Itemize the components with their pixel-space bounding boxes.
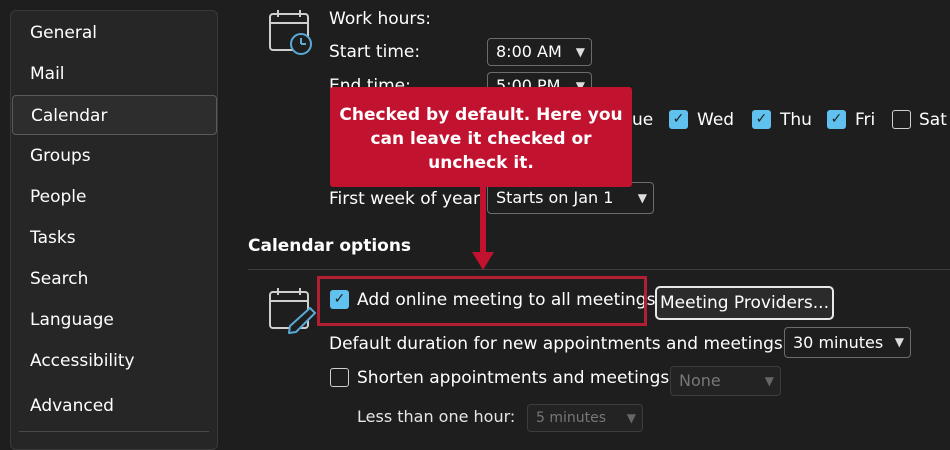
work-day-partial-label: ue [632, 110, 654, 130]
sidebar-item-calendar[interactable]: Calendar [12, 95, 217, 135]
sidebar-item-people[interactable]: People [12, 177, 217, 217]
shorten-meetings-select[interactable]: None ▼ [670, 366, 781, 396]
calendar-clock-icon [266, 8, 316, 60]
less-than-hour-select[interactable]: 5 minutes ▼ [527, 404, 643, 432]
first-week-value: Starts on Jan 1 [496, 188, 614, 207]
shorten-meetings-value: None [679, 371, 721, 390]
calendar-pencil-icon [266, 286, 318, 338]
work-day-sat-checkbox[interactable] [892, 110, 911, 129]
start-time-select[interactable]: 8:00 AM ▼ [487, 38, 592, 66]
less-than-hour-label: Less than one hour: [357, 407, 516, 426]
sidebar-divider [19, 431, 209, 432]
work-hours-title: Work hours: [329, 9, 431, 29]
sidebar-item-mail[interactable]: Mail [12, 54, 217, 94]
start-time-value: 8:00 AM [496, 42, 562, 61]
checkmark-icon: ✓ [830, 111, 843, 127]
chevron-down-icon: ▼ [575, 45, 585, 59]
sidebar-item-tasks[interactable]: Tasks [12, 218, 217, 258]
less-than-hour-value: 5 minutes [536, 410, 607, 426]
sidebar-item-groups[interactable]: Groups [12, 136, 217, 176]
sidebar-item-advanced[interactable]: Advanced [12, 386, 217, 426]
work-day-fri-checkbox[interactable]: ✓ [827, 110, 846, 129]
highlight-box [317, 276, 647, 326]
work-day-sat-label: Sat [919, 110, 947, 130]
default-duration-label: Default duration for new appointments an… [329, 334, 789, 354]
default-duration-value: 30 minutes [793, 333, 884, 352]
checkmark-icon: ✓ [672, 111, 685, 127]
work-day-thu-checkbox[interactable]: ✓ [752, 110, 771, 129]
chevron-down-icon: ▼ [626, 411, 636, 425]
sidebar-item-general[interactable]: General [12, 13, 217, 53]
work-day-wed-checkbox[interactable]: ✓ [669, 110, 688, 129]
annotation-callout: Checked by default. Here you can leave i… [330, 87, 632, 187]
default-duration-select[interactable]: 30 minutes ▼ [784, 327, 911, 358]
sidebar-item-search[interactable]: Search [12, 259, 217, 299]
annotation-arrow-head [472, 252, 494, 270]
meeting-providers-button[interactable]: Meeting Providers... [655, 286, 834, 320]
sidebar-item-language[interactable]: Language [12, 300, 217, 340]
shorten-meetings-label: Shorten appointments and meetings: [357, 368, 675, 388]
chevron-down-icon: ▼ [764, 374, 774, 388]
work-day-wed-label: Wed [697, 110, 735, 130]
settings-sidebar: General Mail Calendar Groups People Task… [10, 10, 218, 450]
annotation-arrow-stem [480, 187, 486, 254]
calendar-options-heading: Calendar options [248, 236, 412, 256]
start-time-label: Start time: [329, 42, 421, 62]
shorten-meetings-checkbox[interactable] [330, 368, 349, 387]
chevron-down-icon: ▼ [894, 335, 904, 349]
sidebar-item-accessibility[interactable]: Accessibility [12, 341, 217, 381]
chevron-down-icon: ▼ [637, 191, 647, 205]
section-divider [248, 269, 950, 270]
work-day-thu-label: Thu [780, 110, 812, 130]
checkmark-icon: ✓ [755, 111, 768, 127]
first-week-label: First week of year: [329, 189, 486, 209]
work-day-fri-label: Fri [855, 110, 876, 130]
